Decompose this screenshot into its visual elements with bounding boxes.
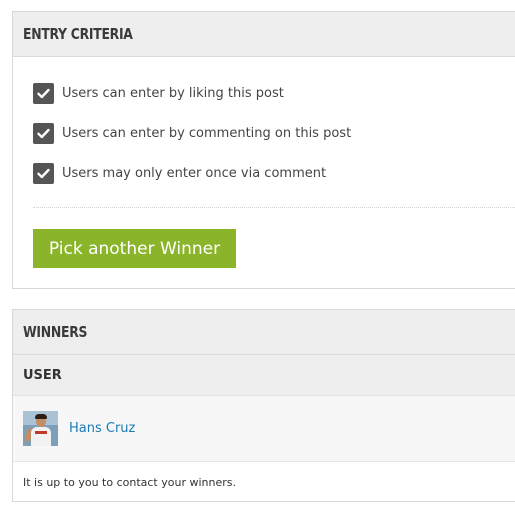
criteria-item-commenting[interactable]: Users can enter by commenting on this po…: [33, 122, 351, 144]
divider: [33, 207, 515, 208]
entry-criteria-title: ENTRY CRITERIA: [23, 25, 133, 43]
criteria-list: Users can enter by liking this post User…: [33, 82, 351, 202]
table-row: Hans Cruz: [13, 396, 515, 462]
criteria-label: Users can enter by liking this post: [62, 85, 284, 101]
criteria-item-liking[interactable]: Users can enter by liking this post: [33, 82, 351, 104]
entry-criteria-panel: ENTRY CRITERIA Users can enter by liking…: [12, 11, 515, 289]
avatar[interactable]: [23, 411, 58, 446]
user-column-header: USER: [13, 355, 515, 396]
pick-another-winner-button[interactable]: Pick another Winner: [33, 229, 236, 268]
winners-panel: WINNERS USER Hans Cruz It is up to you t…: [12, 309, 515, 502]
criteria-label: Users may only enter once via comment: [62, 165, 327, 181]
winners-title: WINNERS: [23, 323, 88, 341]
criteria-label: Users can enter by commenting on this po…: [62, 125, 352, 141]
contact-winners-note: It is up to you to contact your winners.: [23, 476, 236, 489]
checkbox-checked-icon[interactable]: [33, 122, 54, 144]
entry-criteria-header: ENTRY CRITERIA: [13, 12, 515, 57]
checkbox-checked-icon[interactable]: [33, 82, 54, 104]
winners-header: WINNERS: [13, 310, 515, 355]
winner-name-link[interactable]: Hans Cruz: [69, 421, 135, 436]
checkbox-checked-icon[interactable]: [33, 162, 54, 184]
criteria-item-once[interactable]: Users may only enter once via comment: [33, 162, 351, 184]
